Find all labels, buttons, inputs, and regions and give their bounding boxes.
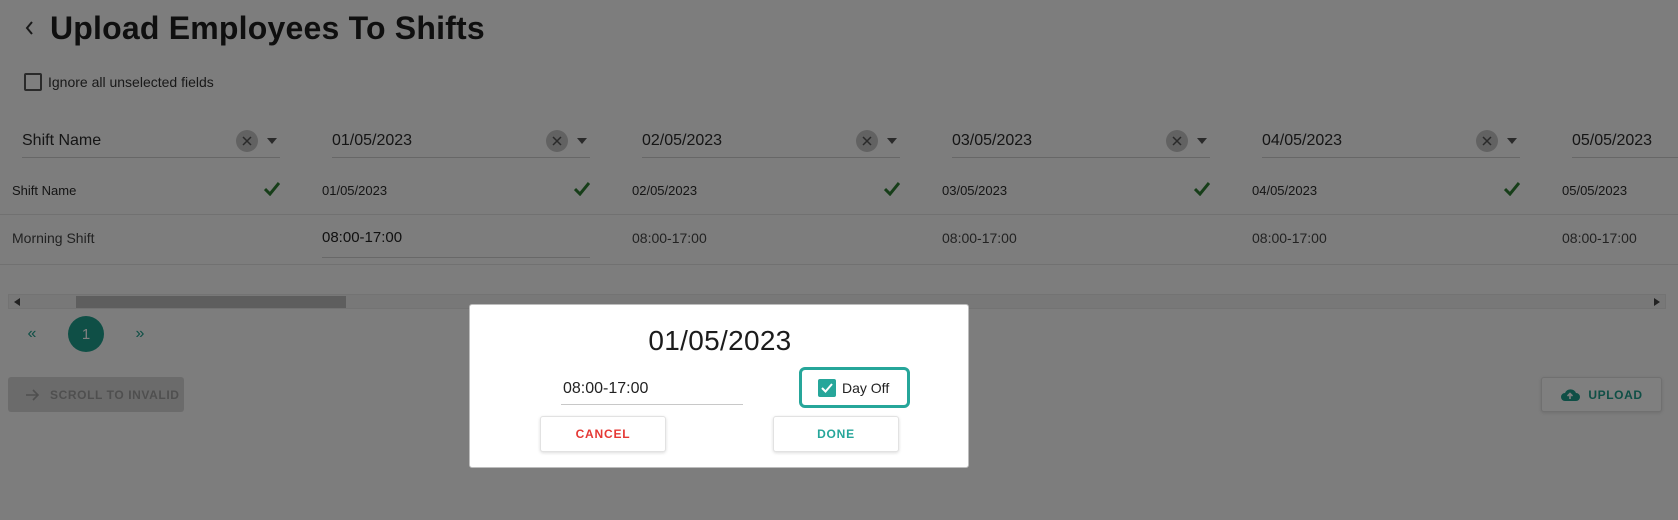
checkbox-checked-icon — [818, 378, 836, 397]
day-edit-dialog: 01/05/2023 08:00-17:00 Day Off CANCEL DO… — [469, 304, 969, 468]
done-button[interactable]: DONE — [773, 416, 899, 452]
day-off-label: Day Off — [842, 379, 890, 396]
shift-time-input[interactable]: 08:00-17:00 — [561, 373, 743, 405]
dialog-title: 01/05/2023 — [648, 325, 792, 356]
cancel-button[interactable]: CANCEL — [540, 416, 666, 452]
day-off-checkbox[interactable]: Day Off — [799, 367, 910, 408]
